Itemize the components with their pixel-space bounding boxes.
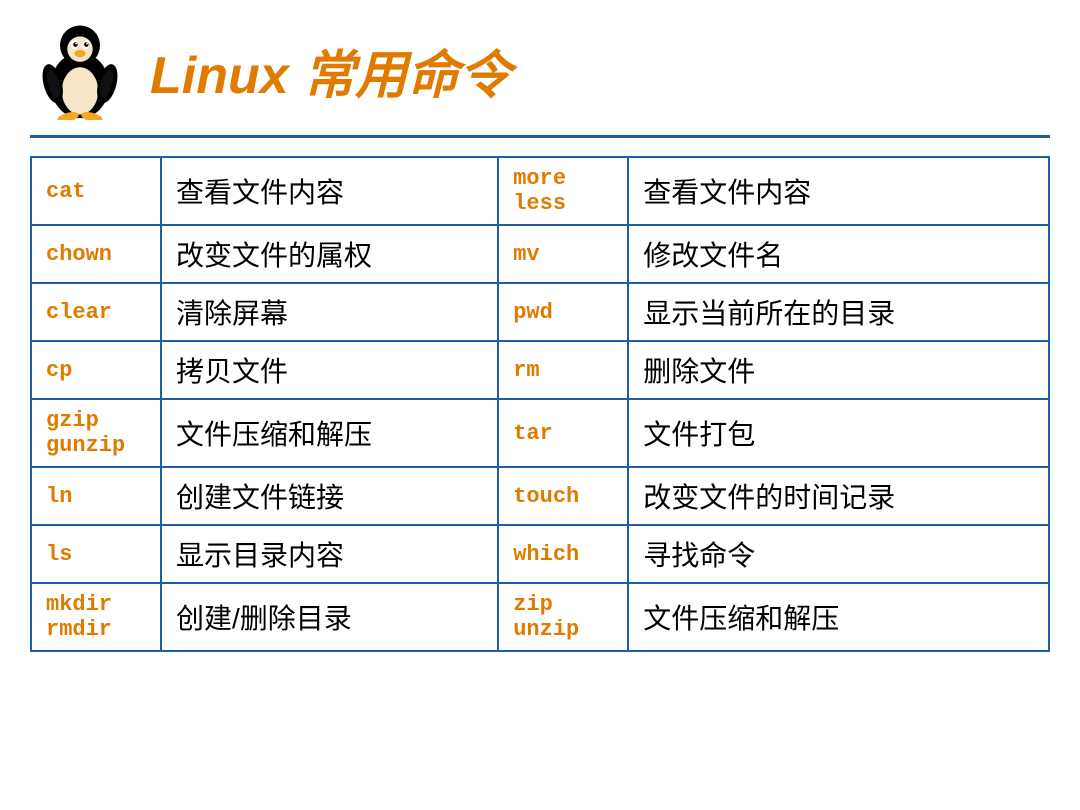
cmd-cell-right: which [498, 525, 628, 583]
cmd-cell-right: mv [498, 225, 628, 283]
cmd-cell-left: gzip gunzip [31, 399, 161, 467]
page-title: Linux 常用命令 [150, 33, 511, 108]
desc-cell-right: 改变文件的时间记录 [628, 467, 1049, 525]
table-row: cp拷贝文件rm删除文件 [31, 341, 1049, 399]
desc-cell-right: 寻找命令 [628, 525, 1049, 583]
page: Linux 常用命令 cat查看文件内容more less查看文件内容chown… [0, 0, 1080, 810]
desc-cell-left: 创建文件链接 [161, 467, 498, 525]
desc-cell-left: 文件压缩和解压 [161, 399, 498, 467]
desc-cell-right: 文件打包 [628, 399, 1049, 467]
desc-cell-right: 修改文件名 [628, 225, 1049, 283]
table-row: ln创建文件链接touch改变文件的时间记录 [31, 467, 1049, 525]
tux-logo [30, 20, 130, 120]
cmd-cell-left: chown [31, 225, 161, 283]
cmd-cell-right: more less [498, 157, 628, 225]
cmd-cell-left: ls [31, 525, 161, 583]
desc-cell-left: 改变文件的属权 [161, 225, 498, 283]
table-row: clear清除屏幕pwd显示当前所在的目录 [31, 283, 1049, 341]
table-row: gzip gunzip文件压缩和解压tar文件打包 [31, 399, 1049, 467]
table-row: ls显示目录内容which寻找命令 [31, 525, 1049, 583]
table-row: chown改变文件的属权mv修改文件名 [31, 225, 1049, 283]
cmd-cell-left: ln [31, 467, 161, 525]
desc-cell-left: 显示目录内容 [161, 525, 498, 583]
cmd-cell-right: touch [498, 467, 628, 525]
desc-cell-right: 删除文件 [628, 341, 1049, 399]
cmd-cell-left: mkdir rmdir [31, 583, 161, 651]
header: Linux 常用命令 [30, 20, 1050, 138]
table-row: cat查看文件内容more less查看文件内容 [31, 157, 1049, 225]
cmd-cell-left: cat [31, 157, 161, 225]
desc-cell-left: 创建/删除目录 [161, 583, 498, 651]
cmd-cell-left: cp [31, 341, 161, 399]
cmd-cell-right: rm [498, 341, 628, 399]
table-row: mkdir rmdir创建/删除目录zip unzip文件压缩和解压 [31, 583, 1049, 651]
cmd-cell-right: pwd [498, 283, 628, 341]
cmd-cell-right: tar [498, 399, 628, 467]
desc-cell-left: 清除屏幕 [161, 283, 498, 341]
desc-cell-right: 显示当前所在的目录 [628, 283, 1049, 341]
cmd-cell-right: zip unzip [498, 583, 628, 651]
cmd-cell-left: clear [31, 283, 161, 341]
desc-cell-left: 查看文件内容 [161, 157, 498, 225]
desc-cell-left: 拷贝文件 [161, 341, 498, 399]
desc-cell-right: 查看文件内容 [628, 157, 1049, 225]
commands-table: cat查看文件内容more less查看文件内容chown改变文件的属权mv修改… [30, 156, 1050, 652]
desc-cell-right: 文件压缩和解压 [628, 583, 1049, 651]
